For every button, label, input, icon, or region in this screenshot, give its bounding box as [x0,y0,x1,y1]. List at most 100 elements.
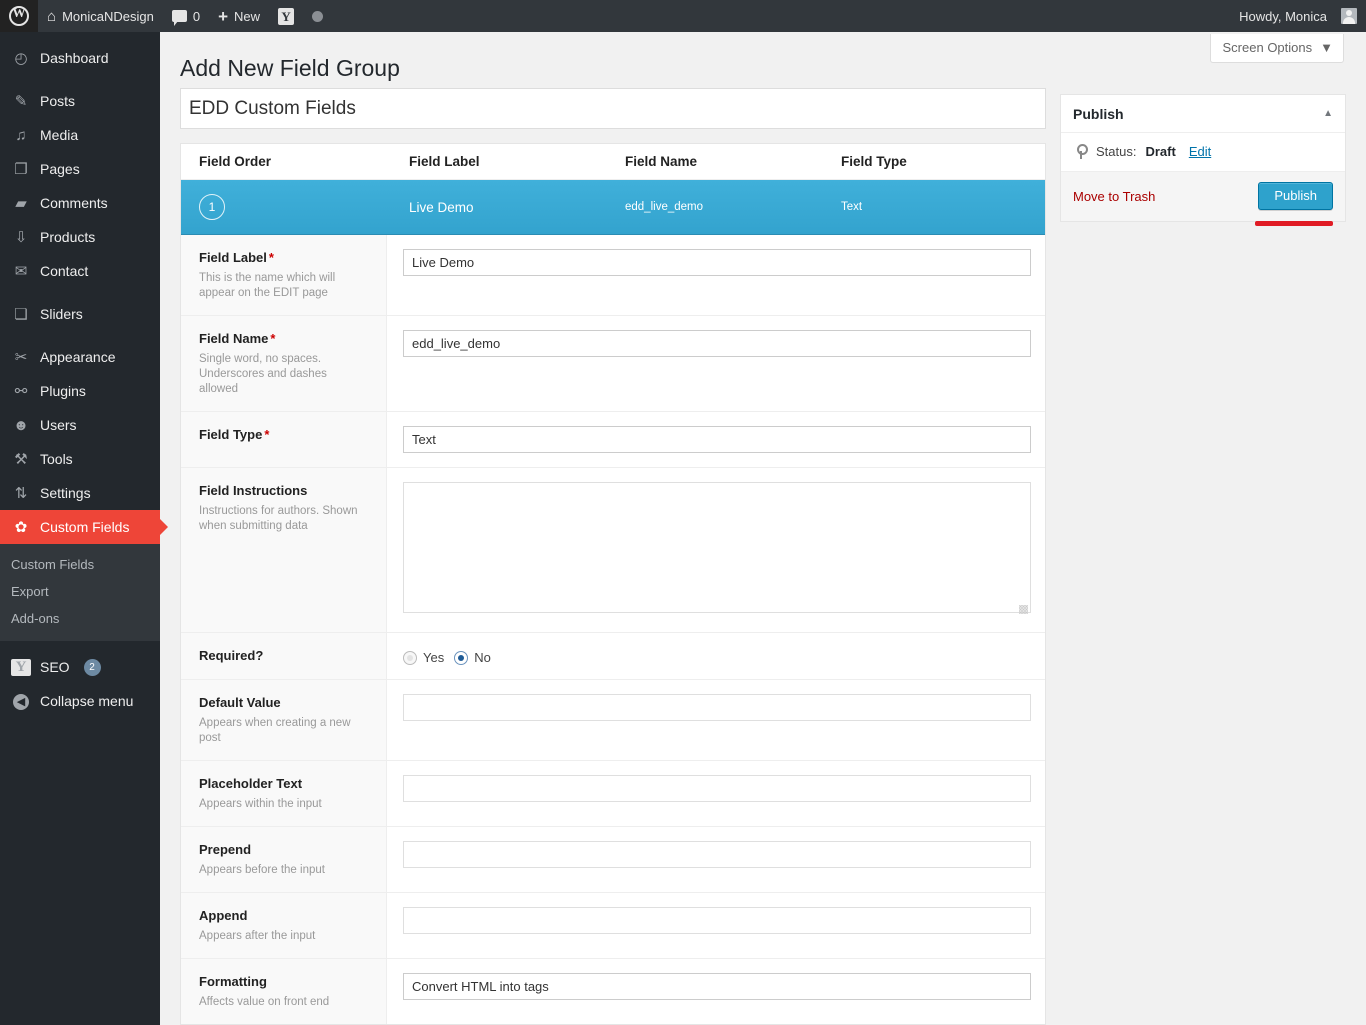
yoast-seo-menu[interactable]: Y [269,0,303,32]
sidebar-item-label: Media [40,127,79,143]
sidebar-item-label: Contact [40,263,89,279]
sidebar-item-sliders[interactable]: ❏ Sliders [0,297,160,331]
append-input[interactable] [403,907,1031,934]
form-row-label-col: Field Instructions Instructions for auth… [181,468,387,632]
form-row-label-col: Required? [181,633,387,679]
publish-metabox-body: Status: Draft Edit [1061,133,1345,172]
textarea-wrap [403,482,1031,618]
form-row-label-col: Field Label * This is the name which will… [181,235,387,315]
sidebar-item-plugins[interactable]: ⚯ Plugins [0,374,160,408]
field-row-active[interactable]: 1 Live Demo edd_live_demo Text [181,180,1045,235]
sidebar-item-settings[interactable]: ⇅ Settings [0,476,160,510]
required-radio-no[interactable]: No [454,650,491,665]
sidebar-item-posts[interactable]: ✎ Posts [0,84,160,118]
form-row-label-col: Field Type * [181,412,387,467]
form-row-label-col: Default Value Appears when creating a ne… [181,680,387,760]
slides-icon: ❏ [14,306,28,323]
form-row-label-col: Field Name * Single word, no spaces. Unde… [181,316,387,411]
sidebar-item-tools[interactable]: ⚒ Tools [0,442,160,476]
sidebar-item-media[interactable]: ♫ Media [0,118,160,152]
row-label: Field Name [199,331,269,346]
header-field-label: Field Label [409,154,480,169]
field-type-select[interactable] [403,426,1031,453]
page-title: Add New Field Group [180,55,400,81]
chevron-down-icon: ▼ [1320,40,1333,55]
row-description: Appears within the input [199,798,322,810]
status-value: Draft [1145,143,1176,159]
menu-spacer-top [0,32,160,41]
default-value-input[interactable] [403,694,1031,721]
brush-icon: ✂ [14,349,28,366]
publish-metabox-title: Publish [1073,105,1124,122]
sidebar-item-label: Posts [40,93,76,109]
comments-menu[interactable]: 0 [163,0,209,32]
form-row-control-col [387,680,1049,760]
sidebar-item-contact[interactable]: ✉ Contact [0,254,160,288]
left-column: Field Order Field Label Field Name Field… [180,88,1046,1025]
prepend-input[interactable] [403,841,1031,868]
my-account-menu[interactable]: Howdy, Monica [1230,0,1366,32]
sidebar-item-custom-fields[interactable]: ✿ Custom Fields [0,510,168,544]
sliders-icon: ⇅ [14,485,28,502]
main-content: Screen Options ▼ Add New Field Group Fie… [160,32,1366,1025]
submenu-item-custom-fields[interactable]: Custom Fields [0,551,160,578]
publish-metabox: Publish ▲ Status: Draft Edit Move to Tra… [1060,94,1346,226]
status-row: Status: Draft Edit [1073,143,1333,159]
site-name-menu[interactable]: ⌂ MonicaNDesign [38,0,163,32]
formatting-select[interactable] [403,973,1031,1000]
submenu-item-export[interactable]: Export [0,578,160,605]
gear-icon: ✿ [14,519,28,536]
row-description: Appears when creating a new post [199,717,351,744]
menu-separator-2 [0,288,160,297]
admin-bar-right: Howdy, Monica [1230,0,1366,32]
sidebar-item-users[interactable]: ☻ Users [0,408,160,442]
sidebar-item-appearance[interactable]: ✂ Appearance [0,340,160,374]
screen-options-button[interactable]: Screen Options ▼ [1209,34,1344,63]
publish-button-wrap: Publish [1258,182,1333,210]
radio-icon-selected[interactable] [454,650,469,665]
row-label: Placeholder Text [199,776,303,791]
comments-count: 0 [192,8,201,24]
admin-bar: ⌂ MonicaNDesign 0 + New Y Howdy, Monica [0,0,1366,32]
publish-metabox-header[interactable]: Publish ▲ [1061,95,1345,133]
new-label: New [234,8,261,24]
sidebar-item-comments[interactable]: ▰ Comments [0,186,160,220]
radio-icon[interactable] [403,650,417,665]
status-edit-link[interactable]: Edit [1189,144,1211,159]
chevron-up-icon[interactable]: ▲ [1323,108,1333,119]
wp-logo-menu[interactable] [0,0,38,32]
sidebar-item-label: Users [40,417,77,433]
menu-separator-4 [0,641,160,650]
field-name-input[interactable] [403,330,1031,357]
required-asterisk: * [268,250,274,265]
collapse-menu-label: Collapse menu [40,693,134,709]
form-row-control-col [387,827,1049,892]
field-label-input[interactable] [403,249,1031,276]
form-row-control-col [387,959,1049,1024]
site-name-label: MonicaNDesign [62,8,154,24]
sidebar-item-label: Products [40,229,96,245]
form-row-control-col [387,893,1049,958]
row-description: Affects value on front end [199,996,330,1008]
required-radio-yes[interactable]: Yes [403,650,444,665]
sidebar-item-pages[interactable]: ❐ Pages [0,152,160,186]
sidebar-item-products[interactable]: ⇩ Products [0,220,160,254]
collapse-menu-button[interactable]: ◀ Collapse menu [0,684,160,718]
sidebar-item-label: Appearance [40,349,116,365]
publish-button[interactable]: Publish [1258,182,1333,210]
sidebar-item-seo[interactable]: Y SEO 2 [0,650,160,684]
sidebar-item-dashboard[interactable]: ◴ Dashboard [0,41,160,75]
move-to-trash-link[interactable]: Move to Trash [1073,189,1155,204]
new-content-menu[interactable]: + New [209,0,269,32]
screen-options-label: Screen Options [1222,40,1313,55]
row-label: Field Label [199,250,267,265]
field-group-title-input[interactable] [180,88,1046,129]
submenu-item-add-ons[interactable]: Add-ons [0,605,160,632]
field-instructions-textarea[interactable] [403,482,1031,613]
placeholder-text-input[interactable] [403,775,1031,802]
status-dot-menu[interactable] [303,0,332,32]
user-icon: ☻ [13,416,29,434]
form-row-control-col [387,468,1049,632]
field-type-cell: Text [841,201,863,213]
row-label: Field Type [199,427,263,442]
